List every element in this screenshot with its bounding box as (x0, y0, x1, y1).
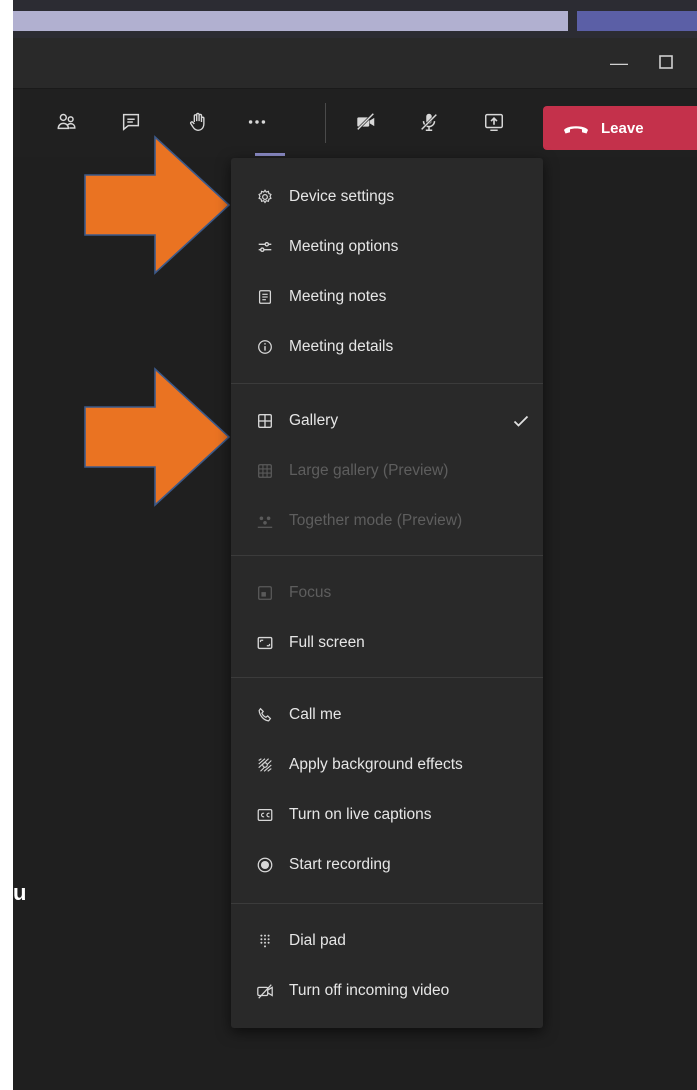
menu-item-label: Start recording (289, 856, 391, 873)
menu-divider (231, 677, 543, 678)
menu-item-together-mode: Together mode (Preview) (231, 496, 543, 546)
menu-item-label: Focus (289, 584, 332, 601)
full-screen-icon (255, 633, 275, 653)
participants-button[interactable] (52, 107, 82, 137)
chat-button[interactable] (116, 107, 146, 137)
menu-item-label: Together mode (Preview) (289, 512, 463, 529)
menu-divider (231, 383, 543, 384)
participants-icon (57, 113, 76, 130)
menu-item-meeting-notes[interactable]: Meeting notes (231, 272, 543, 322)
menu-item-dial-pad[interactable]: Dial pad (231, 916, 543, 966)
large-gallery-icon (255, 461, 275, 481)
info-icon (255, 337, 275, 357)
menu-item-background-effects[interactable]: Apply background effects (231, 740, 543, 790)
share-button[interactable] (479, 107, 509, 137)
minimize-icon[interactable]: — (606, 50, 632, 76)
hang-up-icon (564, 126, 588, 134)
menu-item-label: Device settings (289, 188, 395, 205)
more-actions-menu: Device settings Meeting options Meeting … (231, 158, 543, 1028)
orange-arrow-pointer (84, 135, 231, 275)
menu-item-gallery[interactable]: Gallery (231, 396, 543, 446)
menu-item-label: Meeting details (289, 338, 394, 355)
menu-item-label: Meeting options (289, 238, 399, 255)
menu-item-label: Full screen (289, 634, 365, 651)
window-bar: — (13, 38, 697, 89)
partial-background-text: u (13, 880, 27, 905)
menu-item-turn-off-incoming-video[interactable]: Turn off incoming video (231, 966, 543, 1016)
menu-item-label: Dial pad (289, 932, 346, 949)
menu-item-label: Meeting notes (289, 288, 387, 305)
chat-icon (122, 113, 140, 131)
menu-item-meeting-options[interactable]: Meeting options (231, 222, 543, 272)
title-bar (13, 0, 697, 38)
menu-divider (231, 903, 543, 904)
menu-item-full-screen[interactable]: Full screen (231, 618, 543, 668)
notes-icon (255, 287, 275, 307)
menu-item-meeting-details[interactable]: Meeting details (231, 322, 543, 372)
maximize-icon[interactable] (653, 50, 679, 76)
more-actions-button[interactable] (242, 107, 272, 137)
more-actions-active-indicator (255, 153, 285, 156)
menu-item-label: Turn on live captions (289, 806, 432, 823)
checkmark-icon (511, 411, 531, 431)
menu-item-call-me[interactable]: Call me (231, 690, 543, 740)
more-icon (248, 120, 266, 124)
menu-divider (231, 555, 543, 556)
focus-icon (255, 583, 275, 603)
captions-icon (255, 805, 275, 825)
leave-button[interactable]: Leave (543, 106, 697, 150)
toolbar-separator (325, 103, 326, 143)
title-accent-strip (577, 11, 697, 31)
gear-icon (255, 187, 275, 207)
together-mode-icon (255, 511, 275, 531)
menu-item-label: Turn off incoming video (289, 982, 450, 999)
leave-label: Leave (601, 119, 644, 137)
phone-icon (255, 705, 275, 725)
meeting-window: — Leave Device settings Meeting options … (13, 0, 697, 1090)
orange-arrow-pointer (84, 367, 231, 507)
mic-button[interactable] (414, 107, 444, 137)
sliders-icon (255, 237, 275, 257)
camera-off-icon (356, 112, 375, 131)
menu-item-label: Apply background effects (289, 756, 463, 773)
menu-item-large-gallery: Large gallery (Preview) (231, 446, 543, 496)
dialpad-icon (255, 931, 275, 951)
gallery-icon (255, 411, 275, 431)
mic-off-icon (420, 113, 438, 131)
share-icon (485, 113, 503, 131)
menu-item-device-settings[interactable]: Device settings (231, 172, 543, 222)
menu-item-label: Gallery (289, 412, 339, 429)
record-icon (255, 855, 275, 875)
title-progress-strip (13, 11, 568, 31)
menu-item-start-recording[interactable]: Start recording (231, 840, 543, 890)
raise-hand-button[interactable] (183, 107, 213, 137)
background-effects-icon (255, 755, 275, 775)
menu-item-label: Large gallery (Preview) (289, 462, 449, 479)
camera-button[interactable] (351, 107, 381, 137)
menu-item-label: Call me (289, 706, 342, 723)
menu-item-live-captions[interactable]: Turn on live captions (231, 790, 543, 840)
hand-icon (189, 112, 205, 131)
video-off-icon (255, 981, 275, 1001)
menu-item-focus: Focus (231, 568, 543, 618)
